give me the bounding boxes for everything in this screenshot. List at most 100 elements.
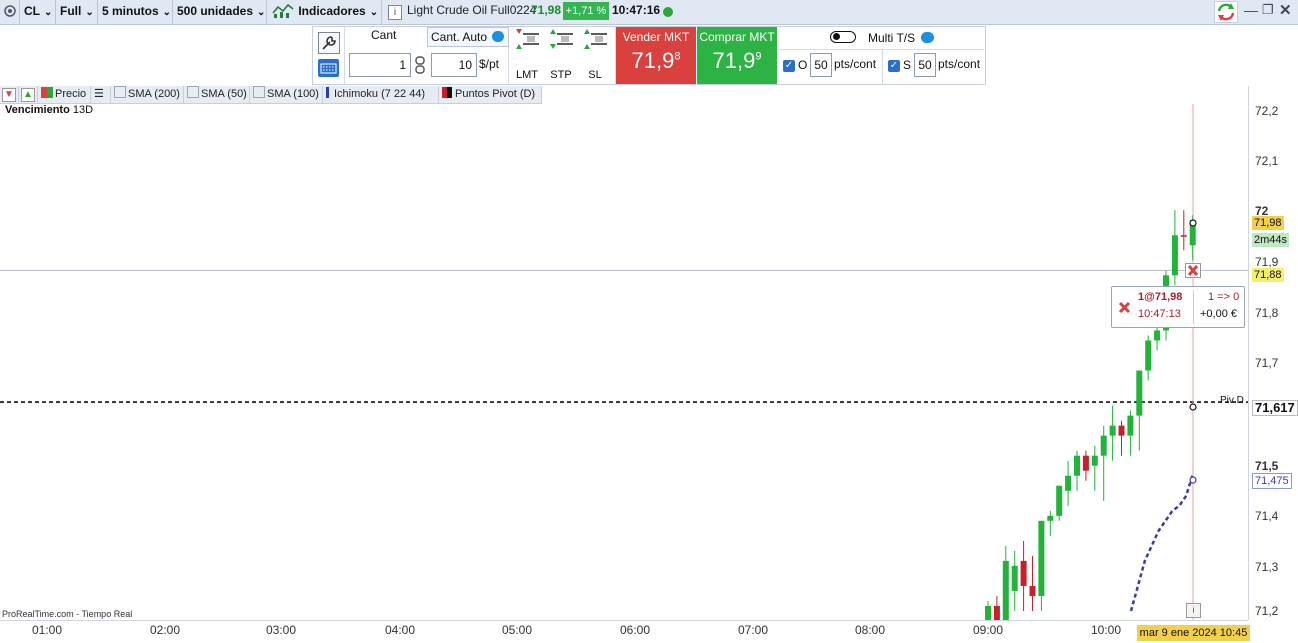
- price-tick-label: 72,1: [1255, 154, 1279, 168]
- keyboard-icon[interactable]: [318, 59, 339, 77]
- time-tick-label: 06:00: [620, 623, 651, 637]
- chevron-down-icon: ⌄: [44, 7, 53, 18]
- cant-auto-button[interactable]: Cant. Auto: [427, 27, 509, 47]
- candle-body: [1109, 425, 1116, 436]
- price-tick-label: 72,2: [1255, 104, 1279, 118]
- indicators-button[interactable]: Indicadores ⌄: [267, 0, 382, 24]
- time-tick-label: 05:00: [502, 623, 533, 637]
- order-tooltip: 1@71,98 10:47:13 1 => 0 +0,00 €: [1111, 286, 1245, 328]
- price-tick-label: 71,9: [1255, 255, 1279, 269]
- limit-order-icon: [516, 29, 539, 49]
- mode-label: Full: [60, 4, 82, 18]
- candle-body: [1065, 475, 1072, 491]
- ichimoku-endpoint: [1189, 476, 1197, 484]
- candle-body: [985, 605, 991, 620]
- chevron-down-icon: ⌄: [85, 7, 94, 18]
- mode-selector[interactable]: Full ⌄: [56, 0, 98, 24]
- lmt-label: LMT: [516, 69, 538, 81]
- lmt-button[interactable]: LMT: [513, 27, 541, 83]
- per-point-input[interactable]: 10: [431, 53, 477, 77]
- candle-body: [1171, 235, 1178, 276]
- s-input[interactable]: 50: [914, 53, 936, 77]
- pivot-value-tag: 71,617: [1252, 400, 1298, 416]
- stp-button[interactable]: STP: [547, 27, 575, 83]
- chevron-down-icon: ⌄: [162, 7, 172, 18]
- price-tick-label: 71,7: [1255, 356, 1279, 370]
- candle-body: [1029, 585, 1036, 596]
- candle-body: [1020, 560, 1027, 586]
- close-icon[interactable]: ✕: [1279, 1, 1292, 19]
- quantity-input[interactable]: 1: [349, 53, 411, 77]
- candle-body: [1091, 455, 1098, 466]
- candle-body: [1011, 565, 1018, 591]
- sell-price: 71,98: [631, 48, 681, 73]
- candle-body: [1180, 235, 1187, 237]
- quantity-section: Cant Cant. Auto 1 10 $/pt: [345, 27, 509, 84]
- info-icon[interactable]: i: [1186, 603, 1201, 618]
- candle-body: [1127, 415, 1134, 436]
- sl-button[interactable]: SL: [581, 27, 609, 83]
- ts-section: Multi T/S ✓ O 50 pts/cont ✓ S 50 pts/con…: [778, 27, 985, 84]
- restore-icon[interactable]: ❐: [1262, 2, 1274, 18]
- order-line-tag: 71,88: [1252, 268, 1284, 282]
- price-tick-label: 71,2: [1255, 604, 1279, 618]
- pivot-name-label: Piv D: [1220, 395, 1244, 406]
- sl-label: SL: [588, 69, 602, 81]
- position-ratio: 1 => 0: [1208, 291, 1240, 303]
- info-icon[interactable]: i: [388, 5, 402, 20]
- candle-body: [1082, 455, 1089, 471]
- cancel-order-icon[interactable]: [1118, 301, 1131, 317]
- candle-body: [1100, 435, 1107, 456]
- buy-price: 71,99: [712, 48, 762, 73]
- candles-group: [985, 210, 1196, 620]
- sell-label: Vender MKT: [622, 30, 690, 44]
- last-price: 71,98: [531, 3, 562, 17]
- link-icon[interactable]: [413, 56, 427, 74]
- candle-body: [1118, 425, 1125, 436]
- symbol-label: CL: [24, 4, 40, 18]
- time-tick-label: 01:00: [32, 623, 63, 637]
- price-tick-label: 71,8: [1255, 306, 1279, 320]
- price-chart[interactable]: [0, 86, 1248, 620]
- menu-icon[interactable]: [0, 0, 20, 24]
- price-tick-label: 71,3: [1255, 560, 1279, 574]
- connection-status-icon: [663, 7, 673, 17]
- pivot-endpoint: [1189, 403, 1197, 411]
- chevron-down-icon: ⌄: [257, 7, 266, 18]
- source-label: ProRealTime.com - Tiempo Real: [2, 609, 133, 619]
- price-tick-label: 71,4: [1255, 509, 1279, 523]
- s-unit-label: pts/cont: [938, 57, 981, 71]
- clock-time: 10:47:16: [612, 3, 661, 17]
- instrument-name: Light Crude Oil Full0224: [407, 3, 537, 17]
- ticket-tools: [313, 27, 345, 84]
- sync-icon[interactable]: [1214, 1, 1238, 23]
- multi-ts-toggle[interactable]: [830, 31, 856, 43]
- cancel-order-icon[interactable]: [1185, 263, 1201, 278]
- minimize-icon[interactable]: —: [1244, 2, 1258, 18]
- units-selector[interactable]: 500 unidades ⌄: [173, 0, 267, 24]
- fill-time: 10:47:13: [1138, 308, 1181, 320]
- units-label: 500 unidades: [177, 4, 254, 18]
- ichimoku-line: [1129, 472, 1195, 612]
- o-checkbox[interactable]: ✓: [783, 60, 795, 72]
- time-tick-label: 02:00: [150, 623, 181, 637]
- wrench-icon[interactable]: [318, 32, 340, 54]
- timeframe-selector[interactable]: 5 minutos ⌄: [98, 0, 173, 24]
- o-input[interactable]: 50: [810, 53, 832, 77]
- candle-body: [1038, 520, 1045, 596]
- time-tick-label: 08:00: [855, 623, 886, 637]
- buy-market-button[interactable]: Comprar MKT 71,99: [697, 27, 777, 84]
- candle-body: [1136, 370, 1143, 416]
- buy-label: Comprar MKT: [699, 30, 775, 44]
- candle-body: [993, 605, 1000, 620]
- candle-timer-tag: 2m44s: [1252, 233, 1290, 247]
- candle-body: [1056, 485, 1063, 516]
- time-tick-label: 04:00: [385, 623, 416, 637]
- price-tick-label: 71,5: [1255, 459, 1279, 473]
- symbol-selector[interactable]: CL ⌄: [20, 0, 56, 24]
- pnl-value: +0,00 €: [1200, 308, 1238, 320]
- time-tick-label: 09:00: [973, 623, 1004, 637]
- multi-ts-label: Multi T/S: [868, 31, 916, 45]
- sell-market-button[interactable]: Vender MKT 71,98: [616, 27, 696, 84]
- s-checkbox[interactable]: ✓: [888, 60, 900, 72]
